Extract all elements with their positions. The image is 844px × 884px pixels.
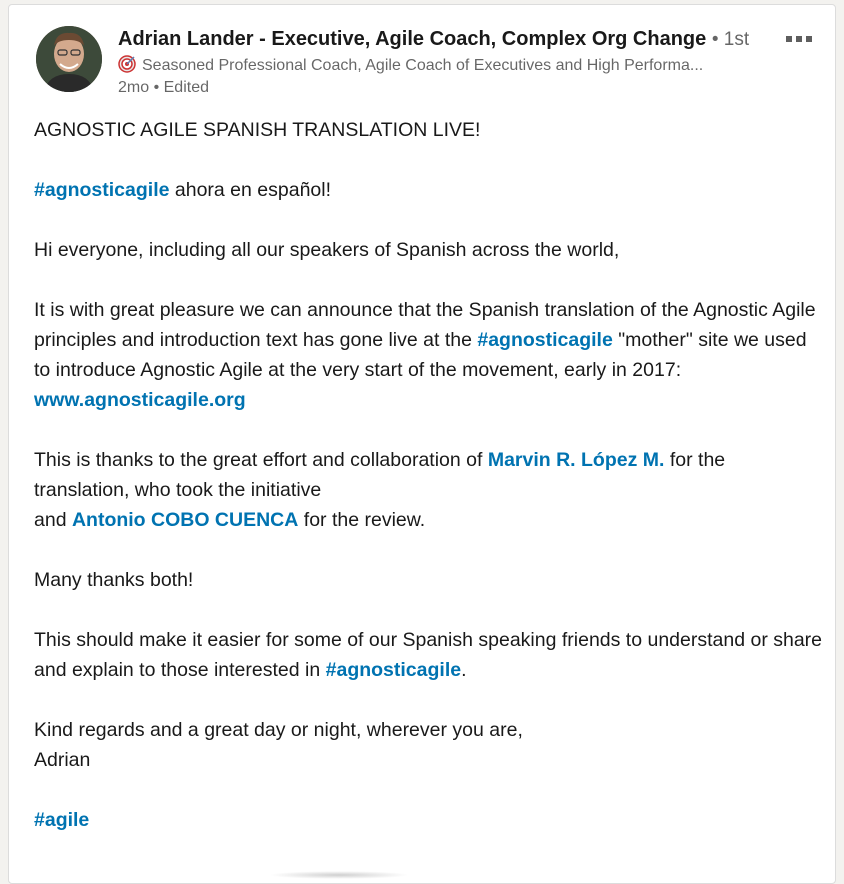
mention-link[interactable]: Antonio COBO CUENCA <box>72 509 298 531</box>
actor-description-text: Seasoned Professional Coach, Agile Coach… <box>142 57 704 74</box>
connection-degree: • 1st <box>711 29 750 50</box>
post-text: . <box>461 659 467 681</box>
post-line: and Antonio COBO CUENCA for the review. <box>34 505 824 535</box>
post-text: This is thanks to the great effort and c… <box>34 449 488 471</box>
hashtag-link[interactable]: #agnosticagile <box>34 179 169 201</box>
post-text: and <box>34 509 72 531</box>
post-text: ahora en español! <box>169 179 332 201</box>
avatar[interactable] <box>36 26 102 92</box>
post-line: Adrian <box>34 749 91 771</box>
post-card: Adrian Lander - Executive, Agile Coach, … <box>8 4 836 884</box>
post-line: #agile <box>34 805 824 835</box>
post-text: for the review. <box>298 509 426 531</box>
hashtag-link[interactable]: #agile <box>34 809 89 831</box>
mention-link[interactable]: Marvin R. López M. <box>488 449 665 471</box>
hashtag-link[interactable]: #agnosticagile <box>477 329 612 351</box>
post-line: AGNOSTIC AGILE SPANISH TRANSLATION LIVE! <box>34 119 481 141</box>
profile-photo-icon <box>36 26 102 92</box>
post-line: It is with great pleasure we can announc… <box>34 295 824 385</box>
target-icon <box>118 55 136 73</box>
image-preview-edge <box>269 871 409 879</box>
actor-name[interactable]: Adrian Lander - Executive, Agile Coach, … <box>118 28 749 51</box>
post-line: Many thanks both! <box>34 569 194 591</box>
post-body: AGNOSTIC AGILE SPANISH TRANSLATION LIVE!… <box>34 115 824 835</box>
post-line: This should make it easier for some of o… <box>34 625 824 685</box>
post-line: #agnosticagile ahora en español! <box>34 175 824 205</box>
post-line: This is thanks to the great effort and c… <box>34 445 824 505</box>
more-options-icon[interactable] <box>779 27 819 51</box>
post-line: Hi everyone, including all our speakers … <box>34 239 620 261</box>
website-link[interactable]: www.agnosticagile.org <box>34 389 246 411</box>
actor-description: Seasoned Professional Coach, Agile Coach… <box>118 55 758 75</box>
post-line: www.agnosticagile.org <box>34 385 824 415</box>
actor-name-text[interactable]: Adrian Lander - Executive, Agile Coach, … <box>118 28 706 50</box>
post-timestamp: 2mo • Edited <box>118 79 209 96</box>
post-line: Kind regards and a great day or night, w… <box>34 719 523 741</box>
hashtag-link[interactable]: #agnosticagile <box>326 659 461 681</box>
